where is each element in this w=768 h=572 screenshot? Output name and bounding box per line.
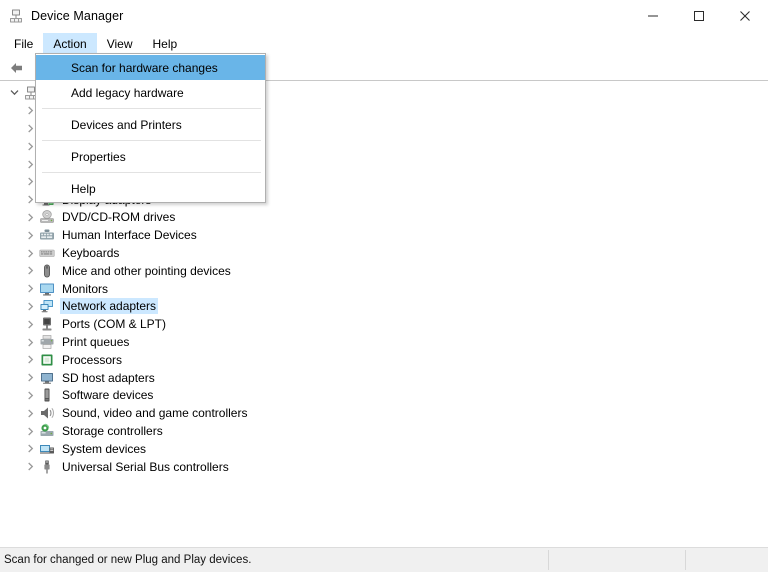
menu-item-label: Properties: [71, 149, 126, 164]
software-device-icon: [39, 387, 55, 403]
menu-view-label: View: [106, 37, 133, 51]
tree-item-universal-serial-bus-controllers[interactable]: Universal Serial Bus controllers: [0, 458, 768, 476]
system-device-icon: [39, 441, 55, 457]
mouse-icon: [39, 263, 55, 279]
tree-item-print-queues[interactable]: Print queues: [0, 333, 768, 351]
chevron-right-icon[interactable]: [22, 227, 38, 243]
hid-icon: [39, 227, 55, 243]
status-text: Scan for changed or new Plug and Play de…: [4, 554, 252, 566]
chevron-right-icon[interactable]: [22, 423, 38, 439]
port-icon: [39, 316, 55, 332]
menu-action[interactable]: Action: [43, 33, 97, 55]
processor-icon: [39, 352, 55, 368]
keyboard-icon: [39, 245, 55, 261]
title-bar: Device Manager: [0, 0, 768, 33]
tree-item-label: Monitors: [62, 281, 109, 296]
minimize-button[interactable]: [630, 0, 676, 32]
tree-item-dvd-cd-rom-drives[interactable]: DVD/CD-ROM drives: [0, 209, 768, 227]
status-divider-2: [685, 550, 686, 570]
menu-item-properties[interactable]: Properties: [36, 144, 265, 169]
chevron-right-icon[interactable]: [22, 298, 38, 314]
chevron-right-icon[interactable]: [22, 441, 38, 457]
tree-item-system-devices[interactable]: System devices: [0, 440, 768, 458]
tree-item-network-adapters[interactable]: Network adapters: [0, 298, 768, 316]
device-manager-window: Device Manager File Action View Help DVD…: [0, 0, 768, 572]
tree-item-label: Mice and other pointing devices: [62, 263, 231, 278]
tree-item-label: DVD/CD-ROM drives: [62, 210, 176, 225]
window-title: Device Manager: [31, 9, 124, 23]
printer-icon: [39, 334, 55, 350]
close-button[interactable]: [722, 0, 768, 32]
menu-help[interactable]: Help: [143, 33, 188, 55]
tree-item-label: Software devices: [62, 388, 154, 403]
chevron-right-icon[interactable]: [22, 405, 38, 421]
tree-item-sound-video-and-game-controllers[interactable]: Sound, video and game controllers: [0, 404, 768, 422]
menu-bar: File Action View Help: [0, 33, 768, 55]
menu-item-label: Help: [71, 181, 96, 196]
tree-item-label: Ports (COM & LPT): [62, 317, 167, 332]
chevron-right-icon[interactable]: [22, 459, 38, 475]
tree-item-ports[interactable]: Ports (COM & LPT): [0, 315, 768, 333]
tree-item-label: Keyboards: [62, 246, 120, 261]
chevron-right-icon[interactable]: [22, 263, 38, 279]
tree-item-label: Universal Serial Bus controllers: [62, 459, 229, 474]
tree-item-storage-controllers[interactable]: Storage controllers: [0, 422, 768, 440]
back-button[interactable]: [5, 57, 29, 79]
storage-controller-icon: [39, 423, 55, 439]
tree-item-human-interface-devices[interactable]: Human Interface Devices: [0, 226, 768, 244]
sd-host-icon: [39, 370, 55, 386]
action-dropdown-menu: Scan for hardware changes Add legacy har…: [35, 53, 266, 203]
menu-help-label: Help: [152, 37, 178, 51]
menu-separator: [42, 172, 261, 173]
tree-item-label: SD host adapters: [62, 370, 155, 385]
chevron-right-icon[interactable]: [22, 352, 38, 368]
chevron-down-icon[interactable]: [6, 85, 22, 101]
menu-item-label: Devices and Printers: [71, 117, 182, 132]
chevron-right-icon[interactable]: [22, 387, 38, 403]
dvd-drive-icon: [39, 209, 55, 225]
chevron-right-icon[interactable]: [22, 281, 38, 297]
monitor-icon: [39, 281, 55, 297]
network-adapter-icon: [39, 298, 55, 314]
chevron-right-icon[interactable]: [22, 209, 38, 225]
maximize-button[interactable]: [676, 0, 722, 32]
status-bar: Scan for changed or new Plug and Play de…: [0, 547, 768, 572]
tree-item-software-devices[interactable]: Software devices: [0, 387, 768, 405]
menu-action-label: Action: [53, 37, 87, 51]
menu-item-add-legacy-hardware[interactable]: Add legacy hardware: [36, 80, 265, 105]
tree-item-label: Processors: [62, 352, 123, 367]
device-manager-icon: [8, 8, 24, 24]
menu-file[interactable]: File: [4, 33, 43, 55]
tree-item-label: Human Interface Devices: [62, 228, 197, 243]
menu-separator: [42, 140, 261, 141]
tree-item-mice-and-other-pointing-devices[interactable]: Mice and other pointing devices: [0, 262, 768, 280]
window-controls: [630, 0, 768, 32]
menu-item-scan-for-hardware-changes[interactable]: Scan for hardware changes: [36, 55, 265, 80]
menu-item-label: Add legacy hardware: [71, 85, 184, 100]
chevron-right-icon[interactable]: [22, 334, 38, 350]
tree-item-sd-host-adapters[interactable]: SD host adapters: [0, 369, 768, 387]
tree-item-processors[interactable]: Processors: [0, 351, 768, 369]
tree-item-label: System devices: [62, 441, 147, 456]
status-divider-1: [548, 550, 549, 570]
menu-item-devices-and-printers[interactable]: Devices and Printers: [36, 112, 265, 137]
tree-item-label: Print queues: [62, 335, 130, 350]
menu-file-label: File: [14, 37, 34, 51]
chevron-right-icon[interactable]: [22, 316, 38, 332]
tree-item-keyboards[interactable]: Keyboards: [0, 244, 768, 262]
menu-view[interactable]: View: [97, 33, 143, 55]
tree-item-label: Sound, video and game controllers: [62, 406, 248, 421]
sound-icon: [39, 405, 55, 421]
tree-item-label: Network adapters: [60, 298, 159, 315]
menu-separator: [42, 108, 261, 109]
chevron-right-icon[interactable]: [22, 245, 38, 261]
usb-icon: [39, 459, 55, 475]
menu-item-help[interactable]: Help: [36, 176, 265, 201]
back-arrow-icon: [11, 63, 22, 73]
menu-item-label: Scan for hardware changes: [71, 60, 218, 75]
tree-item-monitors[interactable]: Monitors: [0, 280, 768, 298]
chevron-right-icon[interactable]: [22, 370, 38, 386]
tree-item-label: Storage controllers: [62, 424, 163, 439]
